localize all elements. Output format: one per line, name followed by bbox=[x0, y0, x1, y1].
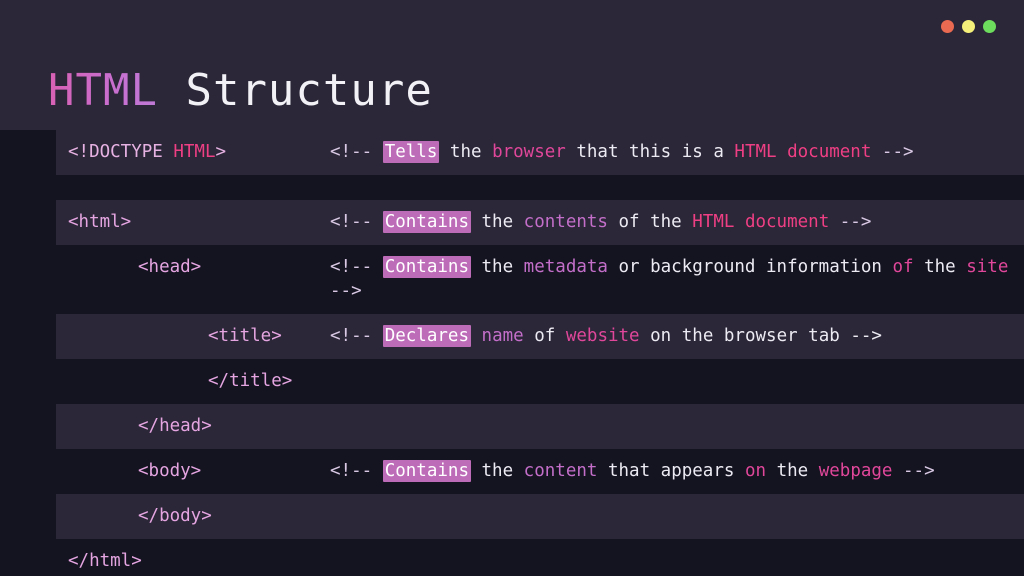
code-listing: <!DOCTYPE HTML> <!-- Tells the browser th… bbox=[0, 130, 1024, 576]
code-token: of bbox=[523, 326, 566, 346]
code-token: > bbox=[215, 142, 227, 162]
code-token: site bbox=[966, 257, 1009, 277]
code-token: <head> bbox=[138, 257, 202, 277]
code-token: <!-- bbox=[330, 212, 383, 232]
code-row-inner: <head> <!-- Contains the metadata or back… bbox=[56, 255, 1024, 303]
code-row-html-close: </html> bbox=[56, 539, 1024, 576]
code-token: of the bbox=[607, 212, 693, 232]
page-title-keyword: HTML bbox=[48, 65, 158, 116]
code-row-inner: <!DOCTYPE HTML> <!-- Tells the browser th… bbox=[56, 140, 1024, 164]
code-token: the bbox=[470, 257, 524, 277]
code-token: Declares bbox=[382, 325, 471, 347]
code-row-title-close: </title> bbox=[56, 359, 1024, 404]
code-token: on the browser tab --> bbox=[639, 326, 882, 346]
minimize-button[interactable] bbox=[962, 20, 975, 33]
code-token: <!-- bbox=[330, 461, 383, 481]
code-token: <title> bbox=[208, 326, 282, 346]
code-tag: <body> bbox=[138, 459, 201, 483]
code-token: the bbox=[913, 257, 967, 277]
code-token: webpage bbox=[818, 461, 893, 481]
code-token: content bbox=[523, 461, 598, 481]
code-token: of bbox=[892, 257, 914, 277]
code-row-spacer bbox=[0, 175, 1024, 200]
code-token: </title> bbox=[208, 371, 293, 391]
code-token: that appears bbox=[597, 461, 745, 481]
code-comment: <!-- Contains the content that appears o… bbox=[330, 459, 1020, 483]
code-row-head-close: </head> bbox=[56, 404, 1024, 449]
code-token: the bbox=[766, 461, 819, 481]
code-token: <!DOCTYPE bbox=[68, 142, 174, 162]
code-row-inner: </title> bbox=[56, 369, 1024, 393]
page-title-rest: Structure bbox=[157, 65, 433, 116]
code-comment: <!-- Contains the contents of the HTML d… bbox=[330, 210, 1020, 234]
code-comment: <!-- Tells the browser that this is a HT… bbox=[330, 140, 1020, 164]
header-band: HTML Structure bbox=[0, 0, 1024, 130]
code-row-inner: </head> bbox=[56, 414, 1024, 438]
code-tag: <html> bbox=[68, 210, 131, 234]
code-token: <body> bbox=[138, 461, 202, 481]
code-row-inner: <title> <!-- Declares name of website on … bbox=[56, 324, 1024, 348]
code-row-body-close: </body> bbox=[56, 494, 1024, 539]
maximize-button[interactable] bbox=[983, 20, 996, 33]
code-tag: </head> bbox=[138, 414, 212, 438]
code-row-html-open: <html> <!-- Contains the contents of the … bbox=[56, 200, 1024, 245]
code-row-inner: <body> <!-- Contains the content that app… bbox=[56, 459, 1024, 483]
code-token: </head> bbox=[138, 416, 212, 436]
code-token: --> bbox=[871, 142, 914, 162]
window-controls[interactable] bbox=[941, 20, 996, 33]
code-token: </html> bbox=[68, 551, 142, 571]
code-row-head-open: <head> <!-- Contains the metadata or back… bbox=[56, 245, 1024, 314]
code-token: the bbox=[470, 461, 524, 481]
code-tag: <title> bbox=[208, 324, 282, 348]
code-token: the bbox=[470, 212, 524, 232]
code-comment: <!-- Contains the metadata or background… bbox=[330, 255, 1020, 303]
code-token: or background information bbox=[607, 257, 893, 277]
code-token: HTML document bbox=[734, 142, 872, 162]
code-token: Tells bbox=[382, 141, 440, 163]
code-tag: <head> bbox=[138, 255, 201, 279]
code-token: browser bbox=[492, 142, 566, 162]
code-token: <html> bbox=[68, 212, 132, 232]
code-row-inner: <html> <!-- Contains the contents of the … bbox=[56, 210, 1024, 234]
code-token: metadata bbox=[523, 257, 608, 277]
code-token: Contains bbox=[382, 460, 471, 482]
code-token: HTML bbox=[173, 142, 216, 162]
page-title: HTML Structure bbox=[48, 62, 433, 120]
code-tag: </body> bbox=[138, 504, 212, 528]
code-row-inner: </body> bbox=[56, 504, 1024, 528]
code-token: HTML document bbox=[692, 212, 830, 232]
code-token: <!-- bbox=[330, 257, 383, 277]
code-tag: <!DOCTYPE HTML> bbox=[68, 140, 226, 164]
code-token: <!-- bbox=[330, 326, 383, 346]
code-token: --> bbox=[892, 461, 935, 481]
close-button[interactable] bbox=[941, 20, 954, 33]
code-tag: </html> bbox=[68, 549, 142, 573]
code-token: contents bbox=[523, 212, 608, 232]
code-comment: <!-- Declares name of website on the bro… bbox=[330, 324, 1020, 348]
code-row-body-open: <body> <!-- Contains the content that app… bbox=[56, 449, 1024, 494]
code-row-inner: </html> bbox=[56, 549, 1024, 573]
code-token: that this is a bbox=[565, 142, 735, 162]
slide-root: HTML Structure <!DOCTYPE HTML> <!-- Tells… bbox=[0, 0, 1024, 576]
code-token: name bbox=[481, 326, 524, 346]
code-token: --> bbox=[829, 212, 872, 232]
code-row-title-open: <title> <!-- Declares name of website on … bbox=[56, 314, 1024, 359]
code-row-doctype: <!DOCTYPE HTML> <!-- Tells the browser th… bbox=[56, 130, 1024, 175]
code-token: on bbox=[744, 461, 767, 481]
code-token: the bbox=[439, 142, 493, 162]
code-token: <!-- bbox=[330, 142, 383, 162]
code-tag: </title> bbox=[208, 369, 292, 393]
code-token: Contains bbox=[382, 256, 471, 278]
code-token: website bbox=[565, 326, 640, 346]
code-token: </body> bbox=[138, 506, 212, 526]
code-token: Contains bbox=[382, 211, 471, 233]
